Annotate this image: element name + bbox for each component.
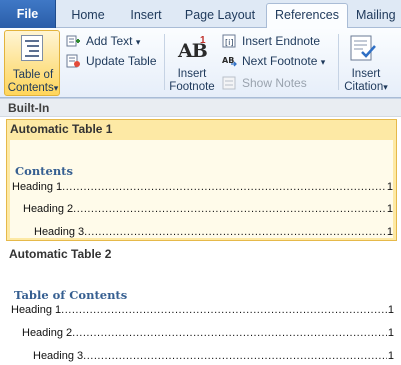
update-table-icon [66,54,80,68]
tab-file[interactable]: File [0,0,56,28]
update-table-button[interactable]: Update Table [66,52,162,70]
show-notes-label: Show Notes [242,76,307,90]
ribbon-tab-bar: File Home Insert Page Layout References … [0,0,401,28]
ribbon-references: Table of Contents▾ Add Text ▾ Update Tab… [0,28,401,98]
tab-insert[interactable]: Insert [118,4,174,28]
ribbon-separator [164,34,165,90]
svg-text:[i]: [i] [225,38,233,47]
next-footnote-label: Next Footnote [242,54,318,68]
add-text-button[interactable]: Add Text ▾ [66,32,146,50]
chevron-down-icon: ▾ [383,82,388,92]
toc-preview-entry: Heading 21 [9,326,394,340]
update-table-label: Update Table [86,54,157,68]
insert-citation-label-line1: Insert [351,68,381,80]
next-footnote-icon: AB [222,56,237,67]
add-text-label: Add Text [86,34,133,48]
ribbon-separator [338,34,339,90]
chevron-down-icon: ▾ [53,83,59,93]
gallery-item-automatic-table-2[interactable]: Automatic Table 2 Table of Contents Head… [6,243,397,365]
insert-citation-icon [350,35,376,61]
toc-preview-title: Contents [15,164,73,178]
chevron-down-icon: ▾ [135,37,141,47]
insert-citation-button[interactable]: Insert Citation▾ [340,30,392,96]
toc-preview-entry: Heading 11 [9,303,394,317]
insert-footnote-label-line2: Footnote [169,81,215,93]
toc-preview: Contents Heading 11 Heading 21 Heading 3… [10,140,393,238]
insert-endnote-icon: [i] [222,34,236,48]
add-text-icon [66,35,80,47]
insert-endnote-button[interactable]: [i] Insert Endnote [222,32,328,50]
next-footnote-button[interactable]: AB Next Footnote ▾ [222,52,334,70]
insert-citation-label-line2: Citation▾ [344,81,388,93]
gallery-item-title: Automatic Table 2 [9,247,112,261]
tab-page-layout[interactable]: Page Layout [180,4,260,28]
show-notes-button[interactable]: Show Notes [222,74,312,92]
show-notes-icon [222,76,236,90]
insert-endnote-label: Insert Endnote [242,34,321,48]
table-of-contents-gallery: Built-In Automatic Table 1 Contents Head… [0,98,401,365]
gallery-item-title: Automatic Table 1 [10,122,113,136]
toc-preview-entry: Heading 21 [10,202,393,216]
table-of-contents-label-line2: Contents▾ [7,82,59,94]
toc-preview-entry: Heading 31 [10,225,393,239]
toc-preview-title: Table of Contents [14,288,128,302]
tab-mailings[interactable]: Mailing [356,4,401,28]
gallery-section-header: Built-In [0,99,401,117]
insert-footnote-button[interactable]: AB 1 Insert Footnote [166,30,218,96]
table-of-contents-label-line1: Table of [12,69,54,81]
toc-preview-entry: Heading 31 [9,349,394,363]
toc-preview-entry: Heading 11 [10,180,393,194]
tab-home[interactable]: Home [60,4,116,28]
insert-footnote-label-line1: Insert [177,68,207,80]
table-of-contents-button[interactable]: Table of Contents▾ [4,30,60,96]
toc-preview: Table of Contents Heading 11 Heading 21 … [9,265,394,365]
table-of-contents-icon [21,35,43,61]
tab-references[interactable]: References [266,3,348,28]
chevron-down-icon: ▾ [320,57,326,67]
gallery-item-automatic-table-1[interactable]: Automatic Table 1 Contents Heading 11 He… [6,119,397,241]
